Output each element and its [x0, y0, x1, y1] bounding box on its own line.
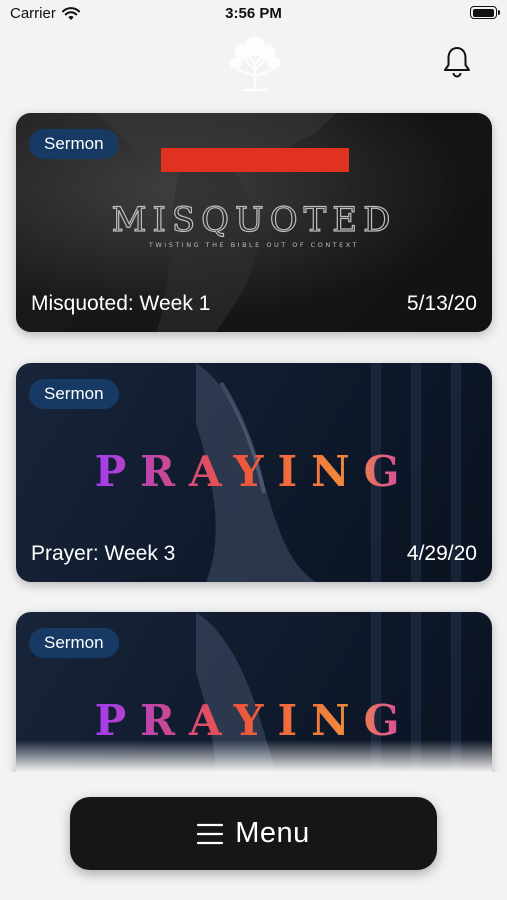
sermon-badge: Sermon	[29, 628, 119, 658]
menu-button[interactable]: Menu	[70, 797, 437, 870]
svg-text:PRAYING: PRAYING	[95, 447, 414, 496]
hamburger-icon	[197, 823, 224, 844]
card-date: 4/29/20	[406, 542, 477, 565]
card-title: Prayer: Week 3	[31, 542, 176, 565]
status-bar: Carrier 3:56 PM	[0, 0, 507, 28]
card-date: 5/13/20	[406, 292, 477, 315]
sermon-badge: Sermon	[29, 379, 119, 409]
sermon-badge: Sermon	[29, 129, 119, 159]
status-time: 3:56 PM	[225, 5, 282, 22]
battery-icon	[470, 6, 500, 19]
menu-label: Menu	[235, 817, 310, 849]
tree-logo	[230, 36, 280, 92]
svg-text:MISQUOTED: MISQUOTED	[112, 200, 397, 240]
svg-text:PRAYING: PRAYING	[95, 696, 414, 745]
bell-icon[interactable]	[441, 45, 473, 79]
card-title: Misquoted: Week 1	[31, 292, 211, 315]
sermon-card-prayer-week-3[interactable]: PRAYING Sermon Prayer: Week 3 4/29/20	[16, 363, 492, 582]
sermon-card-misquoted[interactable]: MISQUOTED TWISTING THE BIBLE OUT OF CONT…	[16, 113, 492, 332]
art-subtitle: TWISTING THE BIBLE OUT OF CONTEXT	[148, 241, 359, 249]
